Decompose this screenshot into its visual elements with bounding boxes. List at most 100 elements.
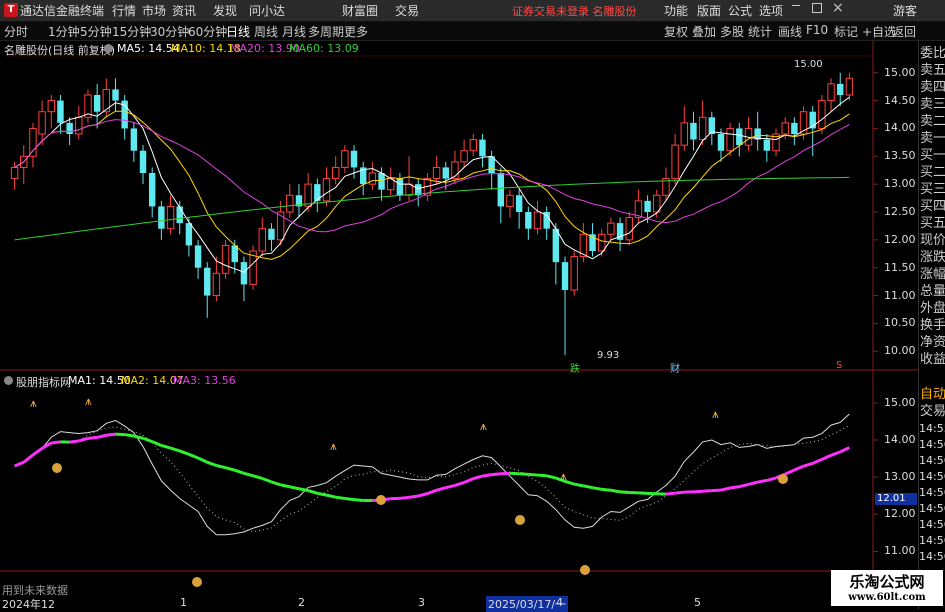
ind-ma3-segment xyxy=(308,491,317,494)
ind-ma3-segment xyxy=(216,466,225,468)
candle-body xyxy=(461,151,467,162)
candle-body xyxy=(186,223,192,245)
ind-ma3-segment xyxy=(804,463,813,466)
ind-ma3-segment xyxy=(547,476,556,478)
candle-body xyxy=(699,117,705,139)
candle-body xyxy=(571,257,577,290)
candle-body xyxy=(516,195,522,212)
candle-body xyxy=(608,223,614,234)
candle-body xyxy=(287,195,293,212)
price-tick-label: 12.50 xyxy=(884,205,916,218)
candle-body xyxy=(342,151,348,168)
ind-ma3-segment xyxy=(785,470,794,474)
ind-ma3-segment xyxy=(831,452,840,455)
candle-body xyxy=(819,101,825,129)
candle-body xyxy=(782,123,788,134)
ind-ma3-segment xyxy=(822,455,831,459)
candle-body xyxy=(378,173,384,190)
ind-ma3-segment xyxy=(262,478,271,481)
candle-body xyxy=(204,268,210,296)
candle-body xyxy=(525,212,531,229)
kline-chart[interactable]: ⩚⩚⩚⩚⩚⩚ xyxy=(0,0,945,609)
buy-signal-icon: ⩚ xyxy=(560,469,567,483)
tick-time: 14:56 xyxy=(919,470,945,483)
candle-body xyxy=(470,140,476,151)
price-tick-label: 14.50 xyxy=(884,94,916,107)
ind-ma3-segment xyxy=(473,476,482,479)
ind-ma3-segment xyxy=(198,458,207,462)
price-tick-label: 10.50 xyxy=(884,316,916,329)
candle-body xyxy=(158,206,164,228)
candle-body xyxy=(681,123,687,145)
price-tick-label: 12.00 xyxy=(884,233,916,246)
candle-body xyxy=(791,123,797,134)
candle-body xyxy=(837,84,843,95)
candle-body xyxy=(140,151,146,173)
buy-signal-icon: ⩚ xyxy=(712,407,719,421)
money-bag-icon xyxy=(52,463,62,473)
ind-ma3-segment xyxy=(437,488,446,491)
ind-ma3-segment xyxy=(15,462,24,466)
ind-ma3-segment xyxy=(620,492,629,493)
candle-body xyxy=(406,184,412,195)
ind-ma3-segment xyxy=(51,442,60,443)
ind-ma3-segment xyxy=(767,478,776,481)
ind-ma3-segment xyxy=(281,485,290,487)
ind-ma3-segment xyxy=(739,484,748,486)
ind-ma3-segment xyxy=(409,496,418,497)
ind-ma3-segment xyxy=(794,466,803,470)
candle-body xyxy=(507,195,513,206)
die-marker: 跌 xyxy=(570,360,580,375)
candle-body xyxy=(259,229,265,251)
candle-body xyxy=(11,167,17,178)
ind-tick-label: 12.00 xyxy=(884,507,916,520)
ind-ma3-segment xyxy=(161,445,170,448)
candle-body xyxy=(672,145,678,178)
ind-ma3-segment xyxy=(574,484,583,486)
price-tick-label: 14.00 xyxy=(884,121,916,134)
ind-ma3-segment xyxy=(327,495,336,497)
ind-ma3-segment xyxy=(583,486,592,488)
candle-body xyxy=(718,134,724,151)
ind-ma3-segment xyxy=(693,491,702,492)
candle-body xyxy=(149,173,155,206)
candle-body xyxy=(305,184,311,206)
ind-ma3-segment xyxy=(455,482,464,485)
ind-ma3-segment xyxy=(42,443,51,448)
ind-ma3-segment xyxy=(271,482,280,485)
sidebar-field-extra-1[interactable]: 交易 xyxy=(920,402,945,421)
candle-body xyxy=(48,101,54,112)
ind-tick-label: 14.00 xyxy=(884,433,916,446)
ind-tick-label: 13.00 xyxy=(884,470,916,483)
money-bag-icon xyxy=(376,495,386,505)
candle-body xyxy=(828,84,834,101)
ma5-line xyxy=(15,97,850,272)
candle-body xyxy=(222,245,228,273)
candle-body xyxy=(332,167,338,178)
tick-time: 14:56 xyxy=(919,518,945,531)
ind-ma3-segment xyxy=(70,441,79,442)
ind-ma1-line xyxy=(15,414,850,535)
ind-ma3-segment xyxy=(299,489,308,491)
price-tick-label: 13.50 xyxy=(884,149,916,162)
candle-body xyxy=(433,167,439,178)
candle-body xyxy=(764,140,770,151)
tick-time: 14:56 xyxy=(919,486,945,499)
ind-tick-label: 15.00 xyxy=(884,396,916,409)
price-tick-label: 13.00 xyxy=(884,177,916,190)
ind-ma3-segment xyxy=(125,435,134,436)
candle-body xyxy=(195,245,201,267)
ind-ma3-segment xyxy=(88,437,97,438)
ind-ma3-segment xyxy=(519,474,528,475)
candle-body xyxy=(397,179,403,196)
ind-ma3-segment xyxy=(703,491,712,492)
ind-ma3-segment xyxy=(721,488,730,490)
candle-body xyxy=(443,167,449,178)
candle-body xyxy=(30,128,36,156)
ind-ma3-segment xyxy=(207,462,216,465)
ind-ma3-segment xyxy=(758,480,767,482)
ind-ma3-segment xyxy=(171,448,180,451)
tick-time: 14:56 xyxy=(919,502,945,515)
ind-ma3-segment xyxy=(97,435,106,437)
price-tick-label: 11.50 xyxy=(884,261,916,274)
